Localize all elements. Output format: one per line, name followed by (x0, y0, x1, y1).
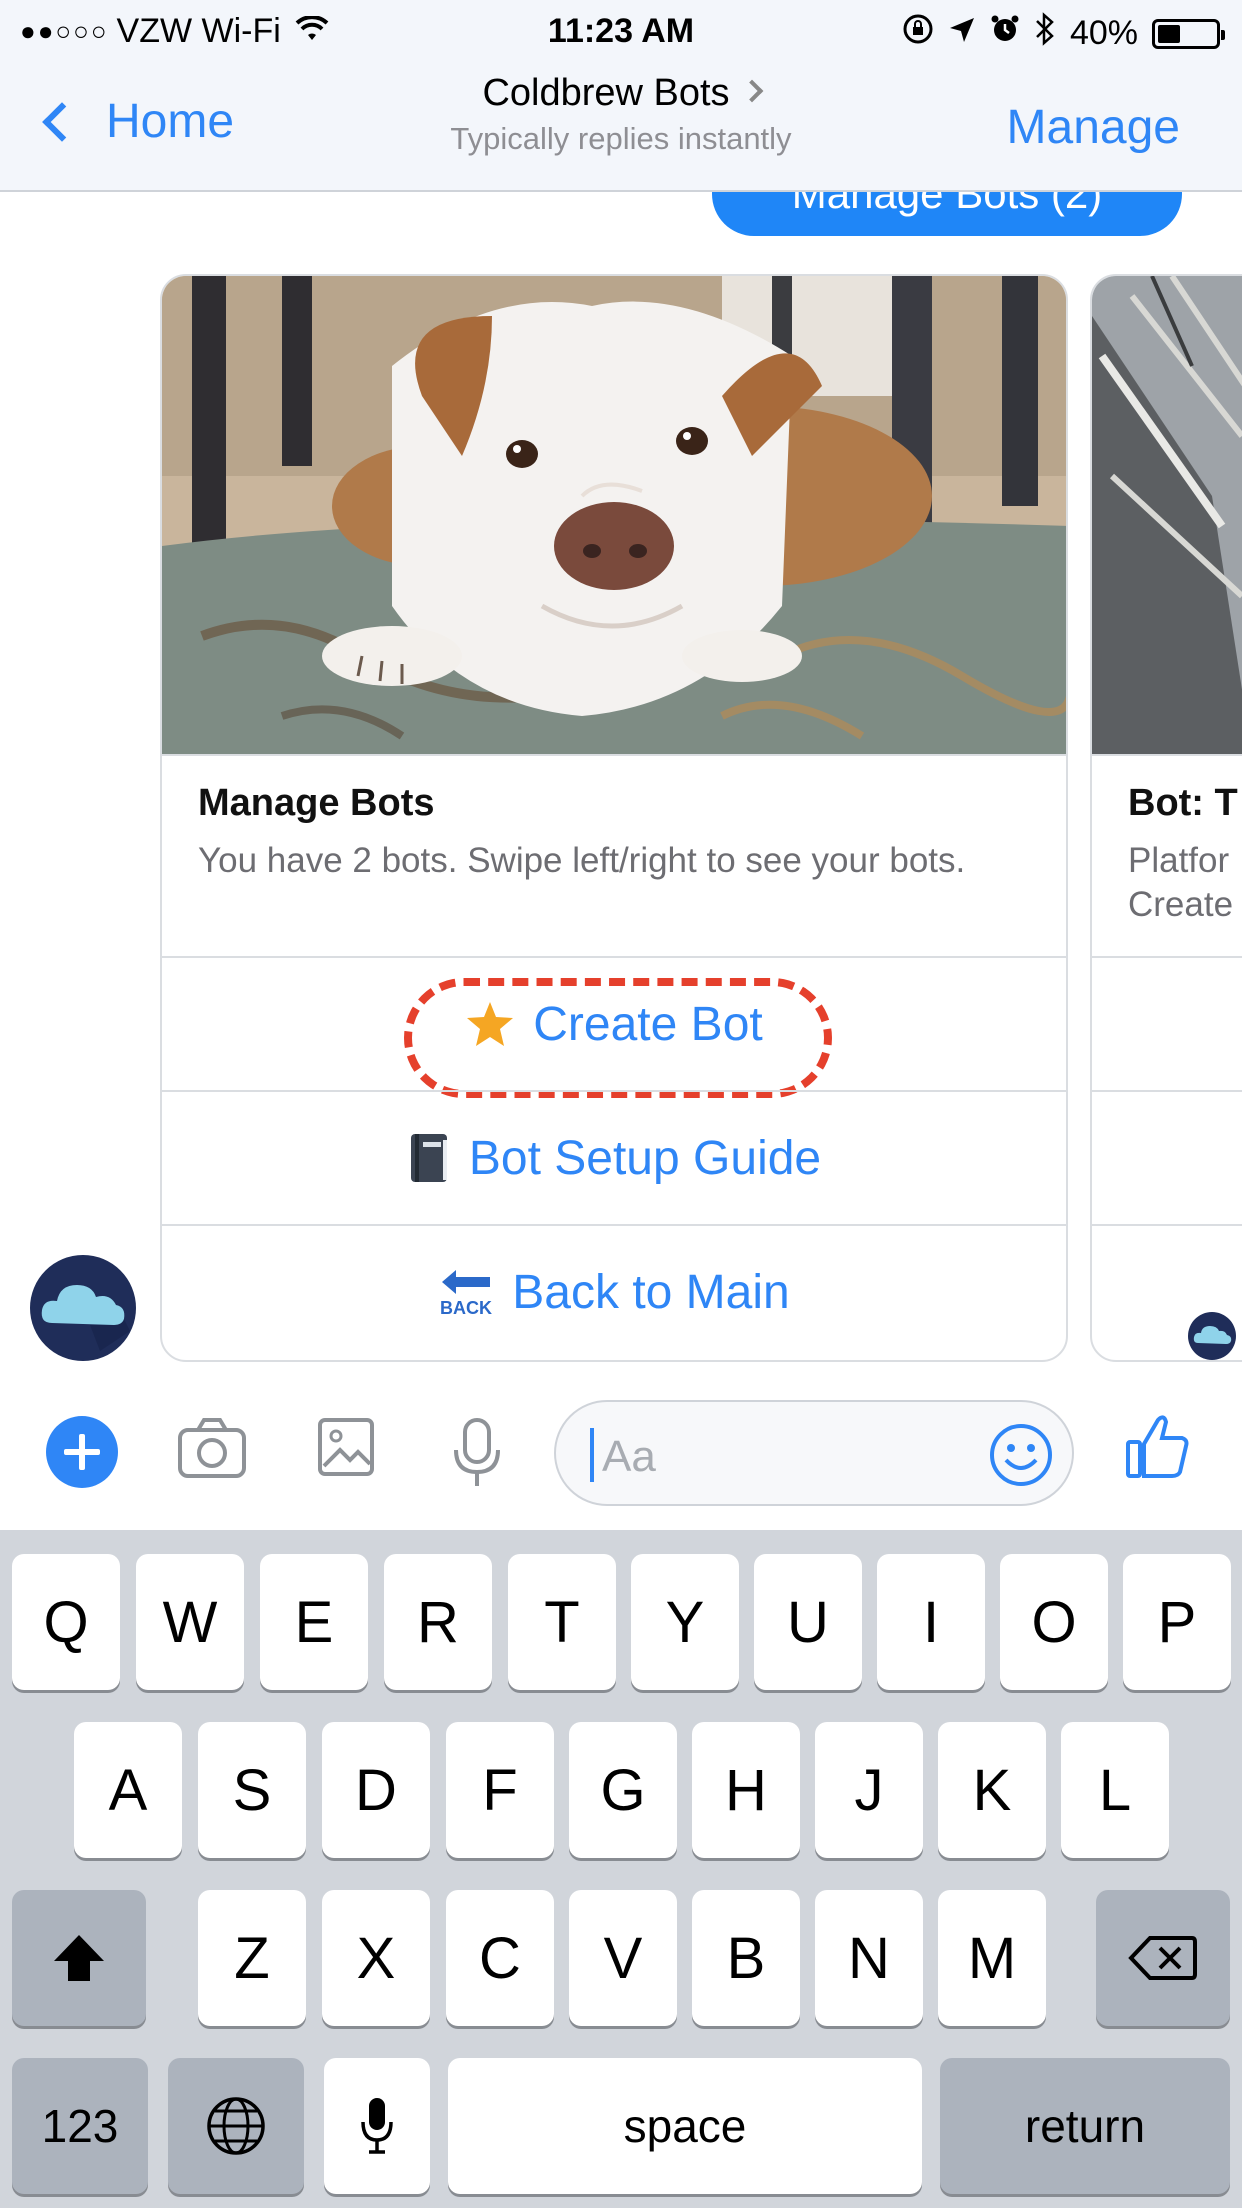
more-actions-button[interactable] (46, 1416, 118, 1488)
key-c[interactable]: C (446, 1890, 554, 2026)
orientation-lock-icon (902, 13, 934, 54)
emoji-icon[interactable] (988, 1422, 1054, 1493)
globe-icon (207, 2097, 265, 2155)
key-t[interactable]: T (508, 1554, 616, 1690)
create-bot-button[interactable]: Create Bot (162, 956, 1066, 1098)
text-caret (590, 1428, 594, 1482)
location-icon (948, 14, 976, 53)
shift-arrow-icon (54, 1935, 104, 1981)
dog-photo (162, 276, 1066, 754)
previous-message-text: Manage Bots (2) (791, 192, 1103, 217)
next-card-subtitle-line1: Platfor (1128, 841, 1230, 880)
back-arrow-icon-text: BACK (440, 1298, 492, 1318)
bot-avatar-mini (1188, 1312, 1236, 1360)
key-j[interactable]: J (815, 1722, 923, 1858)
status-bar: ●●○○○ VZW Wi-Fi 11:23 AM 40% (0, 0, 1242, 60)
key-x[interactable]: X (322, 1890, 430, 2026)
key-e[interactable]: E (260, 1554, 368, 1690)
battery-percentage: 40% (1069, 14, 1138, 52)
thumbs-up-icon[interactable] (1124, 1412, 1190, 1487)
next-card-subtitle-line2: Create (1128, 885, 1234, 924)
key-f[interactable]: F (446, 1722, 554, 1858)
status-right: 40% (902, 12, 1225, 55)
backspace-icon (1128, 1936, 1197, 1980)
bluetooth-icon (1034, 12, 1056, 55)
next-card-button-2[interactable] (1092, 1090, 1242, 1224)
notebook-icon (407, 1132, 451, 1184)
key-q[interactable]: Q (12, 1554, 120, 1690)
key-g[interactable]: G (569, 1722, 677, 1858)
key-l[interactable]: L (1061, 1722, 1169, 1858)
next-card-title: Bot: T (1128, 782, 1238, 824)
key-a[interactable]: A (74, 1722, 182, 1858)
manage-bots-card: Manage Bots You have 2 bots. Swipe left/… (160, 274, 1068, 1362)
key-o[interactable]: O (1000, 1554, 1108, 1690)
return-key[interactable]: return (940, 2058, 1230, 2194)
key-w[interactable]: W (136, 1554, 244, 1690)
back-to-main-button[interactable]: BACK Back to Main (162, 1224, 1066, 1358)
back-arrow-icon: BACK (438, 1266, 494, 1318)
dictation-key[interactable] (324, 2058, 430, 2194)
alarm-icon (990, 14, 1020, 53)
space-key[interactable]: space (448, 2058, 922, 2194)
key-k[interactable]: K (938, 1722, 1046, 1858)
cloud-icon (41, 1285, 130, 1351)
highlight-ring (404, 978, 832, 1098)
back-to-main-label: Back to Main (512, 1265, 790, 1319)
message-input[interactable]: Aa (554, 1400, 1074, 1506)
navigation-bar: Home Coldbrew Bots Typically replies ins… (0, 60, 1242, 192)
key-i[interactable]: I (877, 1554, 985, 1690)
key-u[interactable]: U (754, 1554, 862, 1690)
key-m[interactable]: M (938, 1890, 1046, 2026)
key-b[interactable]: B (692, 1890, 800, 2026)
message-composer: Aa (0, 1380, 1242, 1530)
cloud-icon-small (1193, 1326, 1232, 1344)
manage-button[interactable]: Manage (1007, 100, 1180, 155)
chevron-right-icon (740, 79, 763, 103)
key-r[interactable]: R (384, 1554, 492, 1690)
camera-icon[interactable] (176, 1416, 248, 1487)
bot-avatar[interactable] (30, 1255, 136, 1361)
key-d[interactable]: D (322, 1722, 430, 1858)
key-v[interactable]: V (569, 1890, 677, 2026)
card-subtitle: You have 2 bots. Swipe left/right to see… (198, 841, 966, 880)
key-n[interactable]: N (815, 1890, 923, 2026)
key-y[interactable]: Y (631, 1554, 739, 1690)
next-card-info: Bot: T Platfor Create (1092, 754, 1242, 956)
battery-icon (1152, 18, 1225, 49)
key-h[interactable]: H (692, 1722, 800, 1858)
previous-message-bubble: Manage Bots (2) (712, 192, 1182, 236)
microphone-icon[interactable] (450, 1416, 504, 1495)
key-z[interactable]: Z (198, 1890, 306, 2026)
photo-gallery-icon[interactable] (316, 1416, 376, 1483)
tree-photo (1092, 276, 1242, 754)
numbers-key[interactable]: 123 (12, 2058, 148, 2194)
bot-setup-guide-label: Bot Setup Guide (468, 1131, 822, 1185)
globe-key[interactable] (168, 2058, 304, 2194)
message-input-placeholder: Aa (602, 1432, 656, 1481)
shift-key[interactable] (12, 1890, 146, 2026)
key-s[interactable]: S (198, 1722, 306, 1858)
key-p[interactable]: P (1123, 1554, 1231, 1690)
card-title: Manage Bots (198, 782, 435, 824)
microphone-icon-keyboard (361, 2098, 393, 2154)
delete-key[interactable] (1096, 1890, 1230, 2026)
next-bot-card[interactable]: Bot: T Platfor Create (1090, 274, 1242, 1362)
card-info: Manage Bots You have 2 bots. Swipe left/… (162, 754, 1066, 956)
bot-setup-guide-button[interactable]: Bot Setup Guide (162, 1090, 1066, 1224)
next-card-button-1[interactable] (1092, 956, 1242, 1090)
keyboard: Q W E R T Y U I O P A S D F G H J K L Z … (0, 1530, 1242, 2208)
chat-area[interactable]: Manage Bots (2) Manage Bots You have 2 b… (0, 192, 1242, 1380)
conversation-title: Coldbrew Bots (482, 72, 730, 114)
